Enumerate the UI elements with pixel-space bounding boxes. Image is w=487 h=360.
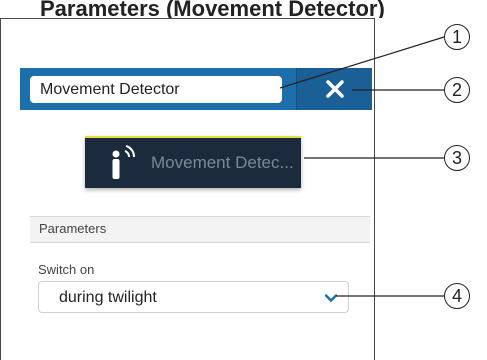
- callout-1: 1: [444, 24, 470, 50]
- callout-3: 3: [444, 145, 470, 171]
- callout-leaders: [279, 36, 445, 297]
- callout-2: 2: [444, 77, 470, 103]
- callout-4: 4: [444, 283, 470, 309]
